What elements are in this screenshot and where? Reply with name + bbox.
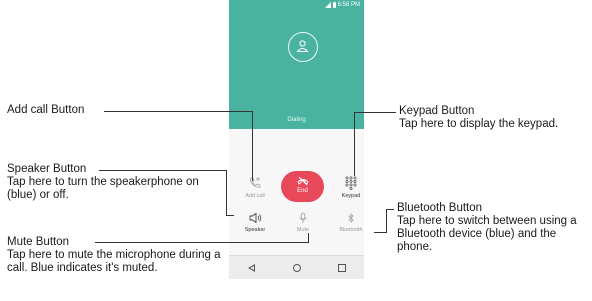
add-call-leader-v	[252, 111, 253, 181]
speaker-callout-title: Speaker Button	[7, 163, 87, 175]
end-call-button[interactable]: End	[281, 171, 324, 202]
add-call-label: Add call	[245, 193, 265, 199]
bluetooth-icon	[348, 212, 354, 224]
bluetooth-callout: Bluetooth Button Tap here to switch betw…	[397, 202, 591, 254]
add-call-button[interactable]: Add call	[238, 176, 272, 199]
hangup-icon	[296, 176, 309, 186]
keypad-button[interactable]: Keypad	[334, 176, 364, 199]
add-call-callout-title: Add call Button	[7, 104, 85, 116]
add-call-callout: Add call Button	[7, 104, 84, 117]
bluetooth-callout-description: Tap here to switch between using a Bluet…	[397, 215, 577, 253]
contact-avatar-icon	[288, 32, 318, 62]
keypad-callout-description: Tap here to display the keypad.	[399, 118, 559, 130]
bluetooth-callout-title: Bluetooth Button	[397, 202, 483, 214]
bluetooth-label: Bluetooth	[339, 227, 363, 233]
signal-icon	[324, 2, 331, 8]
mute-callout: Mute Button Tap here to mute the microph…	[7, 236, 222, 275]
keypad-label: Keypad	[341, 193, 361, 199]
bluetooth-leader-h1	[374, 232, 386, 233]
recents-button[interactable]	[332, 261, 352, 275]
keypad-callout: Keypad Button Tap here to display the ke…	[399, 105, 592, 131]
end-call-label: End	[297, 188, 308, 194]
battery-icon	[332, 2, 336, 8]
home-button[interactable]	[287, 261, 307, 275]
status-bar: 6:58 PM	[324, 2, 360, 8]
mic-icon	[299, 212, 307, 223]
navigation-bar	[229, 255, 364, 279]
phone-plus-icon	[250, 177, 261, 188]
speaker-button[interactable]: Speaker	[238, 212, 272, 233]
mute-callout-description: Tap here to mute the microphone during a…	[7, 249, 221, 274]
speaker-callout: Speaker Button Tap here to turn the spea…	[7, 163, 215, 202]
speaker-leader-tip	[226, 215, 234, 216]
mute-callout-title: Mute Button	[7, 236, 70, 248]
bluetooth-leader-v	[386, 209, 387, 233]
mute-button[interactable]: Mute	[286, 212, 320, 233]
speaker-label: Speaker	[244, 227, 266, 233]
add-call-leader-h	[104, 111, 252, 112]
bluetooth-button[interactable]: Bluetooth	[334, 212, 364, 233]
phone-screen: 6:58 PM Dialing Add call End Keypad Spea…	[229, 0, 364, 279]
keypad-leader-h	[354, 112, 396, 113]
keypad-leader-v	[354, 112, 355, 176]
back-button[interactable]	[242, 261, 262, 275]
dialpad-icon	[345, 176, 357, 190]
call-status-text: Dialing	[287, 117, 306, 123]
home-icon	[292, 264, 301, 272]
speaker-leader-v	[226, 170, 227, 215]
call-header: 6:58 PM Dialing	[229, 0, 364, 129]
status-time: 6:58 PM	[337, 2, 360, 8]
mute-leader-v	[308, 233, 309, 243]
recents-icon	[337, 264, 346, 272]
bluetooth-leader-h2	[386, 209, 394, 210]
back-icon	[248, 264, 255, 272]
speaker-icon	[249, 212, 262, 224]
speaker-callout-description: Tap here to turn the speakerphone on (bl…	[7, 176, 199, 201]
keypad-callout-title: Keypad Button	[399, 105, 475, 117]
